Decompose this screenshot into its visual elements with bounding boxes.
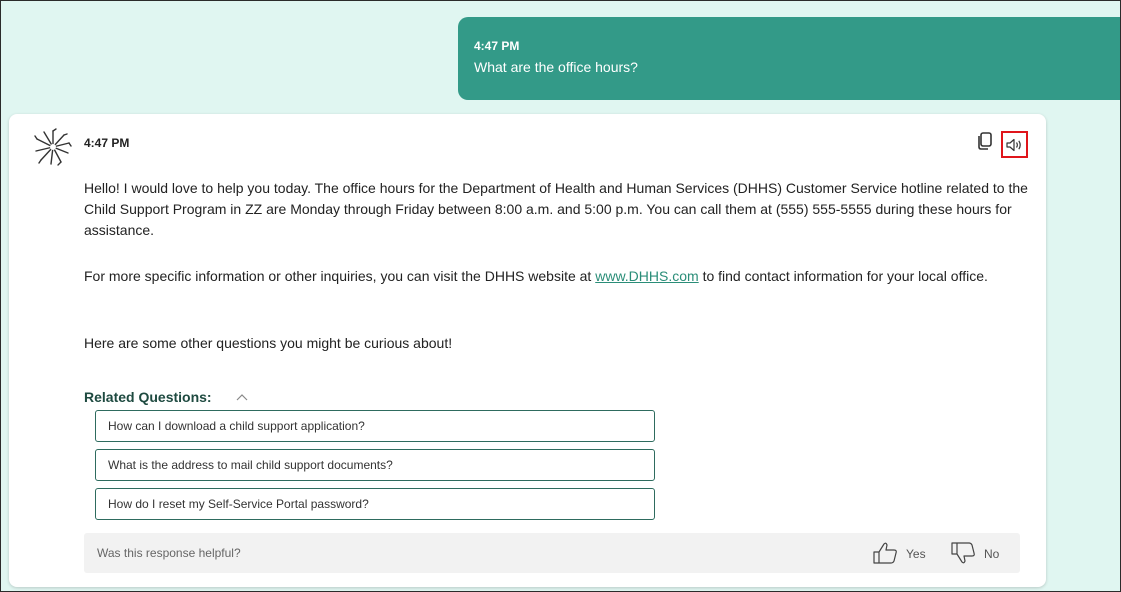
feedback-yes-label: Yes	[906, 547, 926, 561]
bot-avatar-logo	[34, 128, 72, 166]
related-question-button[interactable]: What is the address to mail child suppor…	[95, 449, 655, 481]
related-question-button[interactable]: How do I reset my Self-Service Portal pa…	[95, 488, 655, 520]
feedback-no-label: No	[984, 547, 1000, 561]
feedback-prompt: Was this response helpful?	[97, 546, 241, 560]
bot-message-time: 4:47 PM	[84, 136, 130, 150]
user-message-bubble: 4:47 PM What are the office hours?	[458, 17, 1120, 100]
bot-response-paragraph-2: For more specific information or other i…	[84, 266, 1029, 287]
copy-icon[interactable]	[977, 132, 993, 150]
dhhs-website-link[interactable]: www.DHHS.com	[595, 268, 698, 284]
related-questions-heading[interactable]: Related Questions:	[84, 389, 212, 405]
bot-message-card: 4:47 PM Hello! I would love to help you …	[9, 114, 1046, 587]
paragraph-2-text-before: For more specific information or other i…	[84, 268, 596, 284]
related-question-button[interactable]: How can I download a child support appli…	[95, 410, 655, 442]
thumbs-down-icon	[951, 542, 975, 564]
paragraph-2-text-after: to find contact information for your loc…	[698, 268, 988, 284]
chat-window: 4:47 PM What are the office hours? 4:47 …	[0, 0, 1121, 592]
chevron-up-icon[interactable]	[236, 393, 248, 401]
speaker-icon	[1006, 138, 1021, 152]
feedback-bar: Was this response helpful? Yes No	[84, 533, 1020, 573]
read-aloud-button[interactable]	[1001, 131, 1028, 158]
bot-response-paragraph-3: Here are some other questions you might …	[84, 335, 453, 351]
user-message-time: 4:47 PM	[474, 39, 520, 53]
thumbs-up-icon	[873, 542, 897, 564]
bot-response-paragraph-1: Hello! I would love to help you today. T…	[84, 180, 1028, 238]
user-message-text: What are the office hours?	[474, 59, 638, 75]
